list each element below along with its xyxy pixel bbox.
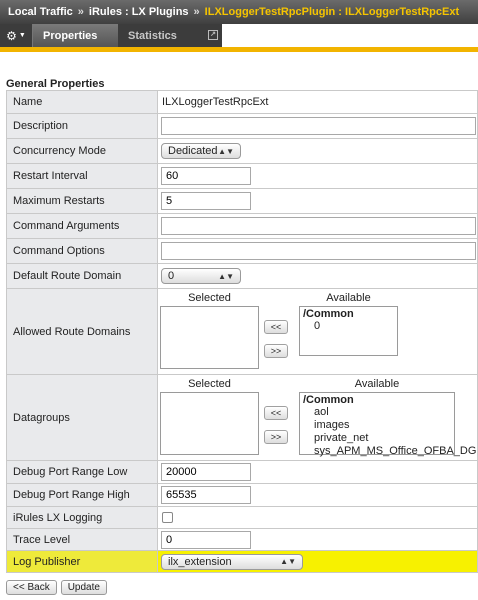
tab-properties[interactable]: Properties: [32, 24, 118, 47]
add-route-domain-button[interactable]: <<: [264, 319, 288, 334]
concurrency-mode-label: Concurrency Mode: [6, 138, 158, 164]
properties-table: Name ILXLoggerTestRpcExt Description Con…: [6, 90, 478, 573]
irules-lx-logging-checkbox[interactable]: [162, 512, 173, 523]
row-debug-port-low: Debug Port Range Low: [6, 460, 478, 484]
section-title: General Properties: [6, 78, 105, 90]
maximum-restarts-label: Maximum Restarts: [6, 188, 158, 214]
gear-menu-button[interactable]: ⚙ ▼: [0, 24, 32, 47]
debug-port-high-label: Debug Port Range High: [6, 483, 158, 507]
tab-strip: ⚙ ▼ Properties Statistics ↗: [0, 24, 478, 52]
select-arrows-icon: ▲▼: [218, 146, 234, 156]
restart-interval-input[interactable]: [161, 167, 251, 185]
datagroups-selected-list[interactable]: [160, 391, 259, 455]
available-header: Available: [326, 291, 371, 304]
row-allowed-route-domains: Allowed Route Domains Selected << >> Ava…: [6, 288, 478, 375]
list-item[interactable]: images: [303, 419, 451, 432]
list-group: /Common: [303, 393, 354, 406]
irules-lx-logging-label: iRules LX Logging: [6, 506, 158, 529]
default-route-domain-value: 0: [168, 270, 175, 282]
datagroups-dual-list: Selected << >> Available /Common aol ima…: [158, 376, 477, 460]
tab-statistics-label: Statistics: [128, 29, 177, 42]
allowed-route-domains-label: Allowed Route Domains: [6, 288, 158, 375]
restart-interval-label: Restart Interval: [6, 163, 158, 189]
row-restart-interval: Restart Interval: [6, 163, 478, 189]
concurrency-mode-select[interactable]: Dedicated ▲▼: [161, 143, 241, 159]
breadcrumb-current: ILXLoggerTestRpcPlugin : ILXLoggerTestRp…: [204, 6, 460, 18]
name-value: ILXLoggerTestRpcExt: [157, 90, 478, 114]
row-concurrency-mode: Concurrency Mode Dedicated ▲▼: [6, 138, 478, 164]
list-group: /Common: [303, 307, 354, 320]
tab-accent-bar: [0, 47, 478, 52]
back-button[interactable]: << Back: [6, 580, 57, 595]
row-maximum-restarts: Maximum Restarts: [6, 188, 478, 214]
command-options-label: Command Options: [6, 238, 158, 264]
available-header: Available: [354, 377, 400, 390]
list-item[interactable]: private_net: [303, 432, 451, 445]
row-trace-level: Trace Level: [6, 528, 478, 551]
default-route-domain-select[interactable]: 0 ▲▼: [161, 268, 241, 284]
selected-header: Selected: [188, 377, 231, 390]
command-arguments-input[interactable]: [161, 217, 476, 235]
row-command-options: Command Options: [6, 238, 478, 264]
description-label: Description: [6, 113, 158, 139]
trace-level-label: Trace Level: [6, 528, 158, 551]
datagroups-available-list[interactable]: /Common aol images private_net sys_APM_M…: [299, 391, 476, 458]
breadcrumb-separator: »: [193, 6, 200, 18]
trace-level-input[interactable]: [161, 530, 251, 549]
remove-datagroup-button[interactable]: >>: [264, 429, 288, 444]
row-debug-port-high: Debug Port Range High: [6, 483, 478, 507]
command-arguments-label: Command Arguments: [6, 213, 158, 239]
maximum-restarts-input[interactable]: [161, 192, 251, 210]
chevron-down-icon: ▼: [18, 32, 26, 39]
log-publisher-value: ilx_extension: [168, 555, 232, 568]
list-item[interactable]: 0: [303, 320, 394, 333]
command-options-input[interactable]: [161, 242, 476, 260]
gear-icon: ⚙: [6, 28, 17, 43]
allowed-route-domains-available-list[interactable]: /Common 0: [299, 305, 398, 356]
row-irules-lx-logging: iRules LX Logging: [6, 506, 478, 529]
debug-port-low-label: Debug Port Range Low: [6, 460, 158, 484]
tab-statistics[interactable]: Statistics ↗: [118, 24, 222, 47]
breadcrumb-irules-lx-plugins[interactable]: iRules : LX Plugins: [89, 6, 189, 18]
breadcrumb-separator: »: [77, 6, 84, 18]
breadcrumb-local-traffic[interactable]: Local Traffic: [8, 6, 73, 18]
form-actions: << Back Update: [6, 580, 107, 595]
row-datagroups: Datagroups Selected << >> Available /Com…: [6, 374, 478, 461]
log-publisher-label: Log Publisher: [6, 550, 158, 573]
debug-port-low-input[interactable]: [161, 463, 251, 481]
list-item[interactable]: aol: [303, 406, 451, 419]
row-name: Name ILXLoggerTestRpcExt: [6, 90, 478, 114]
add-datagroup-button[interactable]: <<: [264, 405, 288, 420]
concurrency-mode-value: Dedicated: [168, 145, 218, 157]
row-log-publisher: Log Publisher ilx_extension ▲▼: [6, 550, 478, 573]
popout-icon[interactable]: ↗: [208, 30, 218, 40]
default-route-domain-label: Default Route Domain: [6, 263, 158, 289]
update-button[interactable]: Update: [60, 580, 107, 595]
row-description: Description: [6, 113, 478, 139]
description-input[interactable]: [161, 117, 476, 135]
debug-port-high-input[interactable]: [161, 486, 251, 504]
select-arrows-icon: ▲▼: [218, 271, 234, 281]
breadcrumb: Local Traffic » iRules : LX Plugins » IL…: [0, 0, 478, 24]
datagroups-label: Datagroups: [6, 374, 158, 461]
name-label: Name: [6, 90, 158, 114]
select-arrows-icon: ▲▼: [280, 557, 296, 566]
allowed-route-domains-selected-list[interactable]: [160, 305, 259, 369]
log-publisher-select[interactable]: ilx_extension ▲▼: [161, 553, 303, 570]
row-command-arguments: Command Arguments: [6, 213, 478, 239]
remove-route-domain-button[interactable]: >>: [264, 343, 288, 358]
selected-header: Selected: [188, 291, 231, 304]
list-item[interactable]: sys_APM_MS_Office_OFBA_DG: [303, 445, 476, 458]
row-default-route-domain: Default Route Domain 0 ▲▼: [6, 263, 478, 289]
allowed-route-domains-dual-list: Selected << >> Available /Common 0: [158, 290, 477, 374]
